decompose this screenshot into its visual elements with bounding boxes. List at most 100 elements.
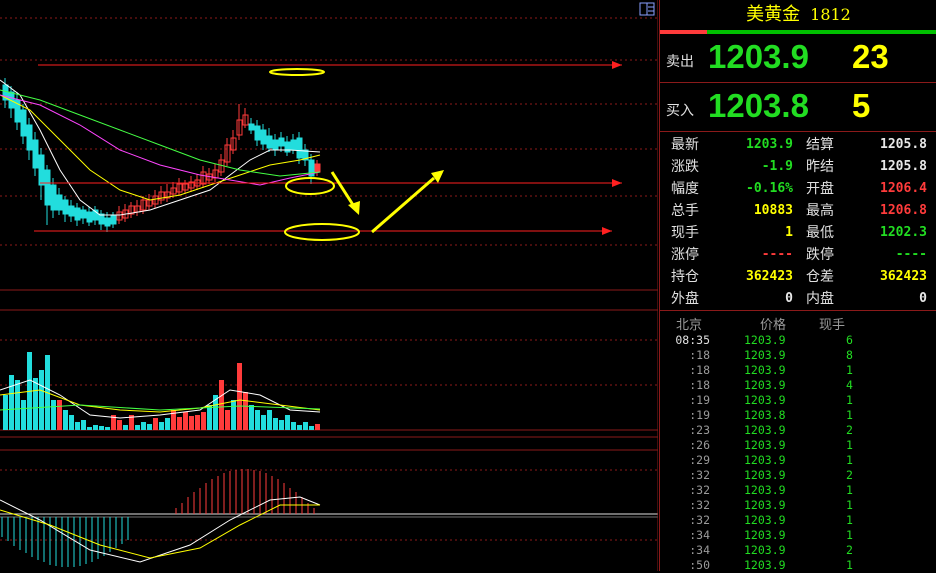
volume-bar — [3, 395, 8, 430]
volume-bar — [9, 375, 14, 430]
candle-body — [74, 207, 81, 221]
candle-body — [80, 209, 87, 219]
tick-volume: 2 — [846, 543, 853, 557]
stat-value: 0 — [785, 291, 793, 306]
candlestick-chart-area[interactable] — [0, 0, 658, 571]
candle-body — [278, 137, 285, 147]
candle-body — [248, 123, 255, 131]
highlight-ellipse — [285, 177, 335, 195]
tick-volume: 1 — [846, 483, 853, 497]
candle-body — [50, 184, 57, 211]
ask-row[interactable]: 卖出 1203.9 23 — [660, 34, 936, 83]
tick-row: :34 1203.9 2 — [660, 543, 936, 558]
candle-body — [260, 129, 267, 145]
stat-row: 总手 10883 最高 1206.8 — [660, 200, 936, 222]
stat-value: 10883 — [753, 203, 793, 218]
candle-body — [20, 109, 27, 137]
tick-volume: 2 — [846, 468, 853, 482]
stat-value: 1205.8 — [880, 137, 927, 152]
candle-body — [272, 139, 279, 151]
candle-body — [44, 169, 51, 206]
volume-bar — [273, 418, 278, 430]
tick-row: :18 1203.9 1 — [660, 363, 936, 378]
volume-bar — [39, 370, 44, 430]
tick-time: :23 — [689, 423, 710, 437]
tick-volume: 1 — [846, 513, 853, 527]
volume-bar — [141, 422, 146, 430]
candle-body — [26, 124, 33, 151]
ask-label: 卖出 — [666, 54, 694, 70]
stat-label: 昨结 — [806, 159, 834, 175]
up-arrow — [371, 176, 435, 234]
tick-time: :32 — [689, 483, 710, 497]
volume-bar — [51, 400, 56, 430]
stat-value: 362423 — [746, 269, 793, 284]
volume-bar — [117, 420, 122, 430]
stat-label: 开盘 — [806, 181, 834, 197]
stat-value: 1 — [785, 225, 793, 240]
candle-body — [266, 135, 273, 149]
ask-volume: 23 — [852, 38, 889, 75]
tick-volume: 1 — [846, 438, 853, 452]
candle-body — [86, 211, 93, 223]
stat-label: 涨停 — [671, 247, 699, 263]
tick-price: 1203.9 — [744, 423, 786, 437]
tick-row: :32 1203.9 1 — [660, 513, 936, 528]
stat-value: ---- — [895, 247, 927, 262]
bid-volume: 5 — [852, 87, 871, 124]
tick-row: :32 1203.9 1 — [660, 483, 936, 498]
tick-row: 08:35 1203.9 6 — [660, 333, 936, 348]
stat-row: 现手 1 最低 1202.3 — [660, 222, 936, 244]
stat-row: 涨停 ---- 跌停 ---- — [660, 244, 936, 266]
tick-time: :19 — [689, 393, 710, 407]
layout-toggle-icon[interactable] — [639, 2, 655, 16]
resistance-arrow-head — [612, 61, 622, 69]
volume-bar — [81, 420, 86, 430]
stat-value: -0.16% — [746, 181, 793, 196]
down-arrow — [330, 171, 357, 209]
volume-bar — [237, 363, 242, 430]
stat-label: 外盘 — [671, 291, 699, 307]
highlight-ellipse — [284, 223, 360, 241]
tick-time: :32 — [689, 513, 710, 527]
stat-label: 幅度 — [671, 181, 699, 197]
stat-value: 1202.3 — [880, 225, 927, 240]
tick-list[interactable]: 08:35 1203.9 6:18 1203.9 8:18 1203.9 1:18 1203.… — [660, 333, 936, 573]
tick-price: 1203.9 — [744, 498, 786, 512]
tick-price: 1203.9 — [744, 453, 786, 467]
volume-bar — [123, 425, 128, 430]
tick-row: :26 1203.9 1 — [660, 438, 936, 453]
quote-stats: 最新 1203.9 结算 1205.8 涨跌 -1.9 昨结 1205.8 幅度 -0.16% 开盘… — [660, 132, 936, 311]
bid-price: 1203.8 — [708, 87, 809, 124]
instrument-title: 美黄金 1812 — [660, 0, 936, 30]
volume-bar — [255, 410, 260, 430]
candle-body — [314, 163, 321, 173]
volume-bar — [147, 424, 152, 430]
tick-row: :23 1203.9 2 — [660, 423, 936, 438]
instrument-name: 美黄金 — [746, 4, 801, 25]
volume-bar — [15, 380, 20, 430]
bid-row[interactable]: 买入 1203.8 5 — [660, 83, 936, 132]
tick-row: :18 1203.9 8 — [660, 348, 936, 363]
volume-bar — [93, 425, 98, 430]
stat-label: 现手 — [671, 225, 699, 241]
tick-volume: 1 — [846, 453, 853, 467]
tick-price: 1203.9 — [744, 468, 786, 482]
highlight-ellipse — [269, 68, 325, 76]
support-arrow-upper-head — [612, 179, 622, 187]
stat-label: 最新 — [671, 137, 699, 153]
tick-time: :19 — [689, 408, 710, 422]
volume-bar — [261, 415, 266, 430]
tick-volume: 4 — [846, 378, 853, 392]
volume-bar — [63, 410, 68, 430]
tick-row: :32 1203.9 1 — [660, 498, 936, 513]
volume-bar — [159, 422, 164, 430]
stat-label: 涨跌 — [671, 159, 699, 175]
volume-bar — [303, 422, 308, 430]
ticks-header: 北京 价格 现手 — [660, 311, 936, 333]
stat-row: 外盘 0 内盘 0 — [660, 288, 936, 310]
stat-value: -1.9 — [761, 159, 793, 174]
stat-value: 362423 — [880, 269, 927, 284]
chart-canvas[interactable] — [0, 0, 658, 571]
tick-volume: 2 — [846, 423, 853, 437]
